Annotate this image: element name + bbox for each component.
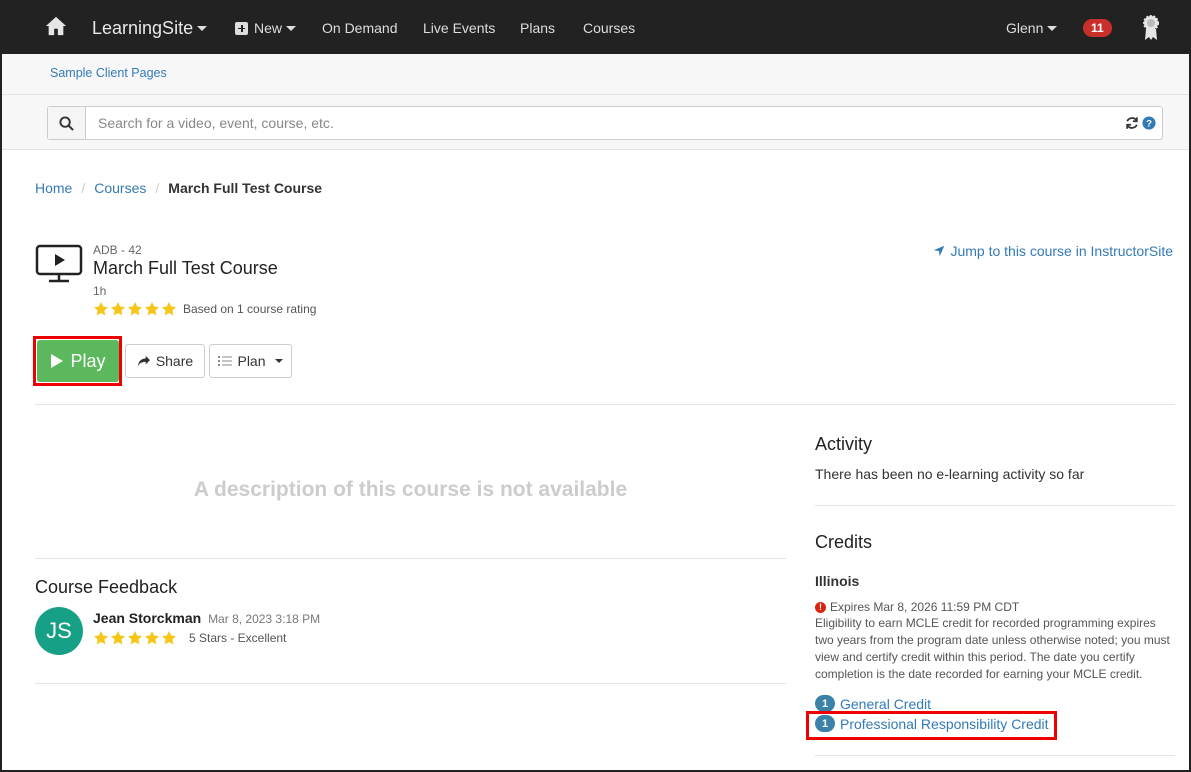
play-label: Play bbox=[70, 350, 106, 371]
breadcrumb-separator: / bbox=[155, 180, 160, 196]
breadcrumb-separator: / bbox=[81, 180, 86, 196]
star-icon bbox=[94, 302, 108, 316]
course-rating: Based on 1 course rating bbox=[93, 301, 316, 317]
plan-label: Plan bbox=[237, 353, 266, 369]
feedback-date: Mar 8, 2023 3:18 PM bbox=[208, 612, 321, 626]
no-description-text: A description of this course is not avai… bbox=[193, 478, 628, 501]
user-name: Glenn bbox=[1006, 20, 1044, 36]
user-menu[interactable]: Glenn bbox=[1006, 2, 1058, 54]
app-frame: LearningSite New On Demand Live Events P… bbox=[0, 0, 1191, 772]
plus-square-icon bbox=[235, 21, 248, 35]
award-icon[interactable] bbox=[1141, 13, 1161, 41]
feedback-author: Jean Storckman Mar 8, 2023 3:18 PM bbox=[93, 610, 320, 626]
brand-label: LearningSite bbox=[92, 17, 194, 38]
feedback-rating: 5 Stars - Excellent bbox=[93, 630, 286, 646]
feedback-rating-text: 5 Stars - Excellent bbox=[189, 631, 287, 645]
rating-stars bbox=[93, 630, 177, 646]
location-arrow-icon bbox=[934, 245, 945, 257]
eligibility-text: Eligibility to earn MCLE credit for reco… bbox=[815, 616, 1170, 681]
star-icon bbox=[162, 631, 176, 645]
brand-menu[interactable]: LearningSite bbox=[92, 2, 208, 54]
breadcrumb-current: March Full Test Course bbox=[168, 180, 323, 196]
top-navbar: LearningSite New On Demand Live Events P… bbox=[2, 2, 1189, 54]
search-tools: ? bbox=[1118, 107, 1162, 139]
svg-text:?: ? bbox=[1146, 119, 1152, 130]
nav-courses[interactable]: Courses bbox=[583, 2, 635, 54]
breadcrumb-courses[interactable]: Courses bbox=[94, 180, 146, 196]
search-bar: ? bbox=[47, 106, 1163, 140]
course-code: ADB - 42 bbox=[93, 243, 142, 257]
nav-on-demand[interactable]: On Demand bbox=[322, 2, 397, 54]
credit-general[interactable]: 1 General Credit bbox=[815, 695, 931, 712]
credits-title: Credits bbox=[815, 532, 873, 552]
divider bbox=[815, 755, 1175, 756]
course-feedback-title: Course Feedback bbox=[35, 577, 178, 597]
credit-label: Professional Responsibility Credit bbox=[840, 715, 1049, 732]
breadcrumb: Home / Courses / March Full Test Course bbox=[35, 180, 322, 196]
star-icon bbox=[94, 631, 108, 645]
nav-live-events[interactable]: Live Events bbox=[423, 2, 495, 54]
play-icon bbox=[51, 354, 64, 368]
chevron-down-icon bbox=[274, 359, 283, 363]
star-icon bbox=[111, 631, 125, 645]
star-icon bbox=[162, 302, 176, 316]
credit-expiration: ! Expires Mar 8, 2026 11:59 PM CDT bbox=[815, 600, 1019, 614]
notifications-badge[interactable]: 11 bbox=[1083, 19, 1112, 37]
search-button[interactable] bbox=[48, 107, 86, 139]
star-icon bbox=[128, 302, 142, 316]
help-icon[interactable]: ? bbox=[1141, 116, 1156, 130]
star-icon bbox=[128, 631, 142, 645]
play-button[interactable]: Play bbox=[37, 340, 119, 382]
activity-text: There has been no e-learning activity so… bbox=[815, 466, 1085, 482]
share-button[interactable]: Share bbox=[125, 344, 205, 378]
avatar: JS bbox=[35, 607, 83, 655]
credit-label: General Credit bbox=[840, 695, 932, 712]
share-icon bbox=[137, 355, 150, 367]
divider bbox=[35, 558, 786, 559]
credit-state: Illinois bbox=[815, 573, 860, 589]
rating-text: Based on 1 course rating bbox=[183, 302, 317, 316]
refresh-icon[interactable] bbox=[1125, 116, 1139, 130]
new-menu-label: New bbox=[254, 20, 283, 36]
divider bbox=[815, 505, 1175, 506]
expires-text: Expires Mar 8, 2026 11:59 PM CDT bbox=[830, 600, 1020, 614]
chevron-down-icon bbox=[197, 25, 208, 31]
star-icon bbox=[145, 302, 159, 316]
alert-icon: ! bbox=[815, 601, 826, 613]
breadcrumb-home[interactable]: Home bbox=[35, 180, 72, 196]
plan-button[interactable]: Plan bbox=[209, 344, 292, 378]
search-icon bbox=[59, 115, 74, 131]
star-icon bbox=[145, 631, 159, 645]
course-duration: 1h bbox=[93, 284, 107, 298]
home-icon[interactable] bbox=[45, 15, 67, 37]
activity-title: Activity bbox=[815, 434, 873, 454]
new-menu[interactable]: New bbox=[235, 2, 297, 54]
sample-client-pages-link[interactable]: Sample Client Pages bbox=[50, 66, 167, 80]
jump-link-label: Jump to this course in InstructorSite bbox=[950, 243, 1173, 259]
star-icon bbox=[111, 302, 125, 316]
jump-to-instructorsite-link[interactable]: Jump to this course in InstructorSite bbox=[933, 243, 1173, 259]
chevron-down-icon bbox=[1047, 25, 1058, 31]
feedback-author-name: Jean Storckman bbox=[93, 610, 202, 626]
divider bbox=[2, 94, 1189, 95]
credit-professional-responsibility[interactable]: 1 Professional Responsibility Credit bbox=[815, 715, 1049, 732]
credit-count-badge: 1 bbox=[815, 695, 835, 712]
share-label: Share bbox=[155, 353, 194, 369]
search-input[interactable] bbox=[86, 107, 1118, 139]
nav-plans[interactable]: Plans bbox=[520, 2, 555, 54]
sub-header: Sample Client Pages ? bbox=[2, 54, 1189, 150]
divider bbox=[35, 404, 1175, 405]
rating-stars bbox=[93, 301, 177, 317]
credit-count-badge: 1 bbox=[815, 715, 835, 732]
divider bbox=[35, 683, 786, 684]
video-course-icon bbox=[35, 244, 83, 283]
course-title: March Full Test Course bbox=[93, 258, 278, 278]
list-icon bbox=[218, 356, 233, 366]
chevron-down-icon bbox=[286, 25, 297, 31]
